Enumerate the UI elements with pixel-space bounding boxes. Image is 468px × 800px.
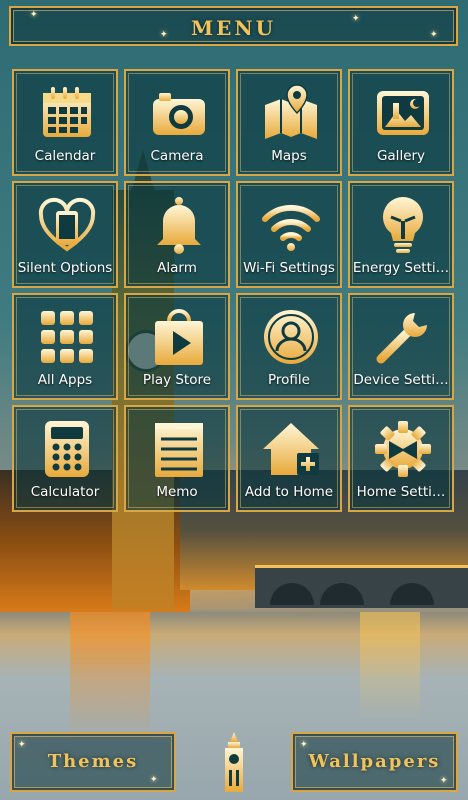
play-store-icon <box>155 309 203 365</box>
sparkle-decoration: ✦ <box>30 10 38 20</box>
tile-gallery[interactable]: Gallery <box>348 69 454 176</box>
sparkle-decoration: ✦ <box>430 30 438 40</box>
bell-icon <box>157 197 201 254</box>
tile-memo[interactable]: Memo <box>124 405 230 512</box>
tile-play-store[interactable]: Play Store <box>124 293 230 400</box>
tile-device-settings[interactable]: Device Setti… <box>348 293 454 400</box>
app-grid: Calendar Camera Maps Gallery Silent Opti… <box>12 69 456 513</box>
sparkle-decoration: ✦ <box>440 776 448 786</box>
tile-camera[interactable]: Camera <box>124 69 230 176</box>
tile-label: Energy Setti… <box>352 260 450 276</box>
tile-label: Home Setti… <box>356 484 446 500</box>
water-reflection <box>360 612 420 722</box>
sparkle-decoration: ✦ <box>18 740 26 750</box>
tile-alarm[interactable]: Alarm <box>124 181 230 288</box>
camera-icon <box>153 93 205 135</box>
sparkle-decoration: ✦ <box>150 775 158 785</box>
gallery-icon <box>377 91 429 135</box>
tile-label: Calculator <box>30 484 100 500</box>
memo-icon <box>155 423 203 477</box>
calculator-icon <box>45 421 89 477</box>
app-grid-icon <box>41 311 93 363</box>
tile-label: Play Store <box>142 372 212 388</box>
sparkle-decoration: ✦ <box>300 740 308 750</box>
tile-calendar[interactable]: Calendar <box>12 69 118 176</box>
sparkle-decoration: ✦ <box>160 30 168 40</box>
tile-label: Memo <box>156 484 198 500</box>
tile-label: Maps <box>271 148 307 164</box>
map-icon <box>265 84 317 139</box>
themes-label: Themes <box>47 751 139 772</box>
wrench-icon <box>376 313 427 364</box>
menu-title: MENU <box>190 16 277 40</box>
tile-maps[interactable]: Maps <box>236 69 342 176</box>
wallpapers-button[interactable]: Wallpapers <box>291 732 458 792</box>
tile-label: Profile <box>268 372 310 388</box>
tile-label: Device Setti… <box>353 372 449 388</box>
wallpapers-label: Wallpapers <box>308 751 441 772</box>
big-ben-icon <box>225 732 243 792</box>
calendar-icon <box>43 87 91 137</box>
tile-label: All Apps <box>37 372 93 388</box>
tile-label: Calendar <box>34 148 96 164</box>
menu-header: MENU <box>9 6 458 46</box>
tile-label: Add to Home <box>244 484 334 500</box>
tile-label: Alarm <box>157 260 197 276</box>
tile-label: Wi-Fi Settings <box>243 260 335 276</box>
add-home-icon <box>263 423 319 475</box>
gear-icon <box>375 421 431 477</box>
profile-icon <box>264 310 318 364</box>
tile-label: Gallery <box>376 148 426 164</box>
tile-all-apps[interactable]: All Apps <box>12 293 118 400</box>
water-reflection <box>70 612 150 742</box>
sparkle-decoration: ✦ <box>352 14 360 24</box>
lightbulb-icon <box>383 197 423 253</box>
tile-wifi-settings[interactable]: Wi-Fi Settings <box>236 181 342 288</box>
tile-label: Silent Options <box>17 260 113 276</box>
tile-add-to-home[interactable]: Add to Home <box>236 405 342 512</box>
tile-label: Camera <box>150 148 204 164</box>
tile-silent-options[interactable]: Silent Options <box>12 181 118 288</box>
wifi-icon <box>262 204 320 251</box>
tile-home-settings[interactable]: Home Setti… <box>348 405 454 512</box>
tile-profile[interactable]: Profile <box>236 293 342 400</box>
tile-energy-settings[interactable]: Energy Setti… <box>348 181 454 288</box>
heart-phone-icon <box>38 197 96 252</box>
tile-calculator[interactable]: Calculator <box>12 405 118 512</box>
